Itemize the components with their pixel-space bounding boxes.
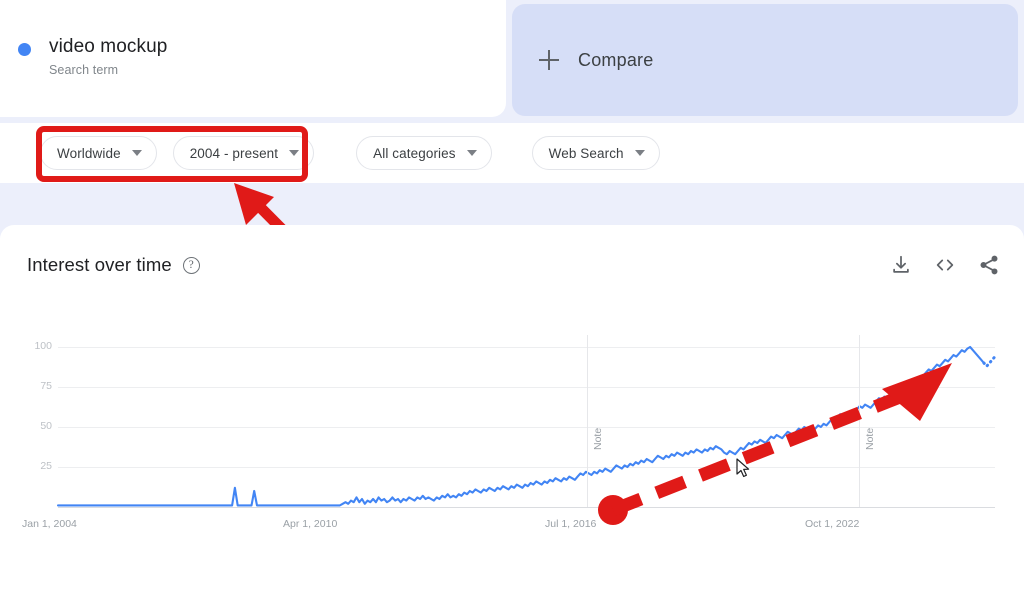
google-trends-page: video mockup Search term Compare Worldwi… xyxy=(0,0,1024,599)
compare-content: Compare xyxy=(539,4,653,116)
search-terms-row: video mockup Search term Compare xyxy=(0,0,1024,117)
filter-category-value: All categories xyxy=(373,145,456,161)
series-color-dot xyxy=(18,43,31,56)
compare-label: Compare xyxy=(578,49,654,70)
filters-row: Worldwide 2004 - present All categories … xyxy=(40,123,660,183)
compare-card[interactable]: Compare xyxy=(512,4,1018,116)
note-divider xyxy=(587,335,589,507)
search-term-text: video mockup Search term xyxy=(49,36,167,77)
x-axis-tick-label: Apr 1, 2010 xyxy=(283,518,338,530)
chevron-down-icon xyxy=(289,150,300,156)
filter-location-dropdown[interactable]: Worldwide xyxy=(40,136,157,170)
panel-header: Interest over time ? xyxy=(27,249,1000,281)
note-divider xyxy=(859,335,861,507)
share-icon[interactable] xyxy=(978,254,1000,276)
filter-location-value: Worldwide xyxy=(57,145,121,161)
filter-time-range-dropdown[interactable]: 2004 - present xyxy=(172,136,315,170)
x-axis-tick-label: Jul 1, 2016 xyxy=(545,518,597,530)
panel-actions xyxy=(890,254,1000,276)
search-term-label: video mockup xyxy=(49,36,168,57)
chevron-down-icon xyxy=(131,150,142,156)
help-icon[interactable]: ? xyxy=(182,256,200,274)
page-title: Interest over time xyxy=(27,254,172,275)
search-term-card[interactable]: video mockup Search term xyxy=(0,0,506,117)
filter-category-dropdown[interactable]: All categories xyxy=(356,136,492,170)
note-label[interactable]: Note xyxy=(592,428,604,450)
filter-search-type-dropdown[interactable]: Web Search xyxy=(531,136,660,170)
plus-icon xyxy=(539,50,559,70)
panel-title-group: Interest over time ? xyxy=(27,254,200,276)
x-axis-tick-label: Oct 1, 2022 xyxy=(805,518,860,530)
code-icon[interactable] xyxy=(934,254,956,276)
filter-time-range-value: 2004 - present xyxy=(189,145,279,161)
download-icon[interactable] xyxy=(890,254,912,276)
filters-bar: Worldwide 2004 - present All categories … xyxy=(0,123,1024,183)
chart-plot-area[interactable]: 25 50 75 100 Note Note Jan 1, 2004 Apr 1, 201… xyxy=(0,335,1024,535)
chevron-down-icon xyxy=(466,150,477,156)
chevron-down-icon xyxy=(634,150,645,156)
search-term-type: Search term xyxy=(49,63,119,77)
interest-over-time-panel: Interest over time ? 25 50 75 100 Note N… xyxy=(0,225,1024,599)
filter-search-type-value: Web Search xyxy=(548,145,624,161)
search-term-content: video mockup Search term xyxy=(18,36,167,77)
note-label[interactable]: Note xyxy=(864,428,876,450)
x-axis-tick-label: Jan 1, 2004 xyxy=(22,518,77,530)
